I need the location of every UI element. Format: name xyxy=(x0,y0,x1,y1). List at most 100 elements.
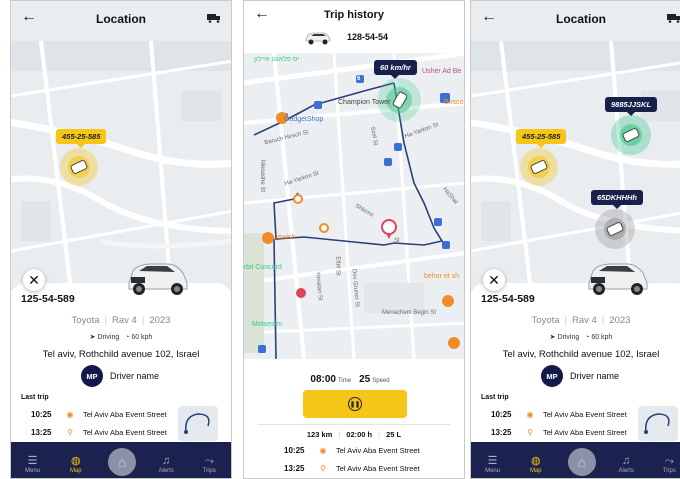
trip-map-thumbnail[interactable] xyxy=(178,406,218,441)
nav-label: Trips xyxy=(662,468,676,474)
poi-label: Motsesim xyxy=(252,321,282,328)
home-button[interactable]: ⌂ xyxy=(565,445,599,478)
nav-trips[interactable]: ⤳ Trips xyxy=(194,454,224,474)
driving-mode: Driving xyxy=(97,334,120,341)
location-map[interactable]: 455-25-585 9885JJSKL 65DKHHHh xyxy=(471,1,680,291)
close-icon[interactable]: ✕ xyxy=(23,269,45,291)
route-icon: ⤳ xyxy=(204,455,214,467)
pin-icon: ⚲ xyxy=(527,428,533,437)
vehicle-plate: 125-54-589 xyxy=(21,293,75,305)
trip-duration: 02:00 h xyxy=(346,430,373,439)
playback-time: 08:00 xyxy=(310,374,336,385)
divider: | xyxy=(601,315,605,326)
vehicle-specs: Toyota | Rav 4 | 2023 xyxy=(471,315,680,326)
nav-map[interactable]: ◍ Map xyxy=(61,454,91,474)
avatar: MP xyxy=(541,365,563,387)
trip-row[interactable]: 10:25 ◉ Tel Aviv Aba Event Street xyxy=(284,446,420,455)
poi-label: Jewish xyxy=(274,234,296,241)
suv-image xyxy=(305,32,331,45)
driver-name: Driver name xyxy=(110,371,160,381)
vehicle-marker-label[interactable]: 65DKHHHh xyxy=(591,190,644,209)
divider xyxy=(258,424,450,425)
poi-label: GadgetShop xyxy=(284,116,324,123)
trip-stats: 123 km | 02:00 h | 25 L xyxy=(244,430,464,439)
nav-label: Alerts xyxy=(618,468,634,474)
time-label: Time xyxy=(337,378,352,384)
nav-trips[interactable]: ⤳ Trips xyxy=(654,454,680,474)
poi-label: behor et sh xyxy=(424,273,460,280)
divider: | xyxy=(104,315,108,326)
trip-place: Tel Aviv Aba Event Street xyxy=(83,428,167,437)
location-map[interactable]: 455-25-585 xyxy=(11,1,231,291)
vehicle-plate: 125-54-589 xyxy=(481,293,535,305)
speedometer-icon: ◔ xyxy=(125,334,130,341)
vehicle-address: Tel aviv, Rothchild avenue 102, Israel xyxy=(502,349,660,360)
trip-row[interactable]: 13:25 ⚲ Tel Aviv Aba Event Street xyxy=(284,464,420,473)
driving-status: ➤ Driving ◔ 60 kph xyxy=(471,333,680,341)
nav-label: Menu xyxy=(25,468,41,474)
header: ← Location xyxy=(11,1,231,37)
street-label: Ettel St xyxy=(334,256,341,276)
playback-speed: 25 xyxy=(359,374,371,385)
trip-time: 13:25 xyxy=(31,428,52,437)
trip-row[interactable]: 13:25 ⚲ Tel Aviv Aba Event Street xyxy=(491,428,627,437)
trip-row[interactable]: 10:25 ◉ Tel Aviv Aba Event Street xyxy=(31,410,167,419)
current-speed: 60 kph xyxy=(591,334,613,341)
back-arrow-icon[interactable]: ← xyxy=(21,9,37,25)
street-label: Menashe St xyxy=(259,159,266,193)
truck-icon[interactable] xyxy=(667,13,680,23)
map-background xyxy=(11,1,231,291)
nav-map[interactable]: ◍ Map xyxy=(521,454,551,474)
nav-label: Map xyxy=(69,468,82,474)
suv-image xyxy=(588,263,648,295)
divider: | xyxy=(338,430,341,439)
vehicle-marker-label[interactable]: 455-25-585 xyxy=(56,129,107,148)
nav-menu[interactable]: ☰ Menu xyxy=(478,454,508,474)
map-background xyxy=(471,1,680,291)
nav-alerts[interactable]: ♫ Alerts xyxy=(611,454,641,474)
nav-label: Map xyxy=(529,468,542,474)
nav-menu[interactable]: ☰ Menu xyxy=(18,454,48,474)
header: ← Location xyxy=(471,1,680,37)
location-screen-left: 455-25-585 ← Location ✕ 125-54-589 Toyot… xyxy=(10,0,232,479)
trip-distance: 123 km xyxy=(306,430,333,439)
driving-status: ➤ Driving ◔ 60 kph xyxy=(11,333,231,341)
trip-time: 10:25 xyxy=(491,410,512,419)
menu-icon: ☰ xyxy=(487,455,498,467)
poi-label: יס פלאנט איילון xyxy=(254,56,300,63)
home-button[interactable]: ⌂ xyxy=(105,445,139,478)
playback-readout: 08:00 Time 25 Speed xyxy=(244,374,464,385)
close-icon[interactable]: ✕ xyxy=(483,269,505,291)
vehicle-year: 2023 xyxy=(609,315,631,326)
vehicle-year: 2023 xyxy=(149,315,171,326)
pause-button[interactable]: ❚❚ xyxy=(303,390,407,418)
street-label: Menachem Begin St xyxy=(382,310,437,316)
vehicle-marker-label[interactable]: 455-25-585 xyxy=(516,129,567,148)
poi-label: Bosco xyxy=(444,99,464,106)
page-title: Location xyxy=(556,12,606,26)
trip-row[interactable]: 10:25 ◉ Tel Aviv Aba Event Street xyxy=(491,410,627,419)
vehicle-specs: Toyota | Rav 4 | 2023 xyxy=(11,315,231,326)
driver-info[interactable]: MP Driver name xyxy=(81,365,159,387)
trip-history-screen: 60 km/hr יס פלאנט איילון Usher Ad Be Gad… xyxy=(243,0,465,479)
vehicle-make: Toyota xyxy=(531,315,560,326)
vehicle-marker-label[interactable]: 9885JJSKL xyxy=(605,97,658,116)
back-arrow-icon[interactable]: ← xyxy=(481,9,497,25)
trip-place: Tel Aviv Aba Event Street xyxy=(83,410,167,419)
nav-alerts[interactable]: ♫ Alerts xyxy=(151,454,181,474)
divider: | xyxy=(378,430,381,439)
driver-info[interactable]: MP Driver name xyxy=(541,365,619,387)
pin-icon: ⚲ xyxy=(67,428,73,437)
trip-map[interactable]: 60 km/hr יס פלאנט איילון Usher Ad Be Gad… xyxy=(244,53,464,359)
pause-icon: ❚❚ xyxy=(348,397,362,411)
poi-label: dal Concord xyxy=(244,264,282,271)
street-label: St xyxy=(394,238,400,244)
route-number-label: 6 xyxy=(357,76,361,82)
truck-icon[interactable] xyxy=(207,13,221,23)
trip-row[interactable]: 13:25 ⚲ Tel Aviv Aba Event Street xyxy=(31,428,167,437)
start-point-icon: ◉ xyxy=(319,446,327,455)
navigation-arrow-icon: ➤ xyxy=(89,334,96,341)
trip-map-thumbnail[interactable] xyxy=(638,406,678,441)
poi-label: Champion Tower xyxy=(338,99,391,106)
globe-icon: ◍ xyxy=(530,455,541,467)
